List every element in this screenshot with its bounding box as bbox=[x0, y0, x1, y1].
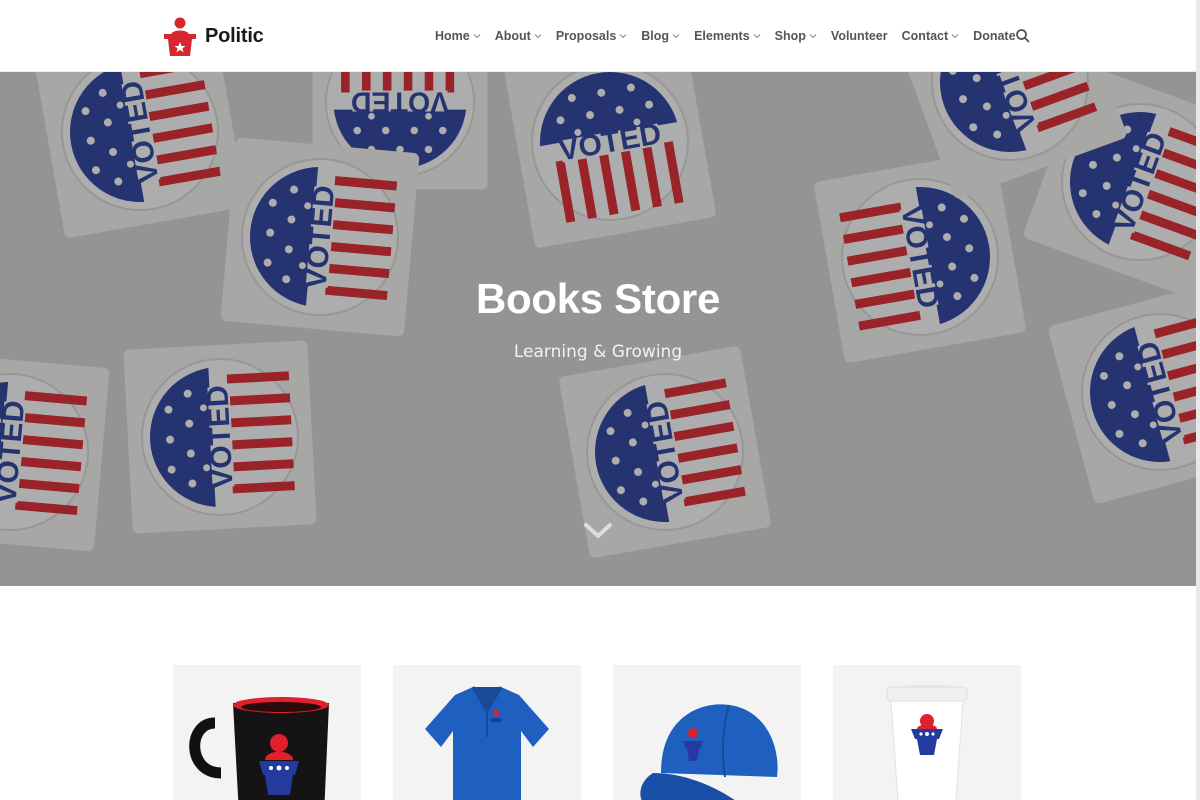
page-scrollbar[interactable] bbox=[1196, 0, 1200, 800]
nav-volunteer-label: Volunteer bbox=[830, 29, 888, 43]
nav-shop-label: Shop bbox=[774, 29, 806, 43]
site-logo[interactable]: Politic bbox=[163, 16, 264, 56]
nav-shop[interactable]: Shop bbox=[768, 29, 824, 43]
paper-cup-product-image bbox=[886, 685, 968, 800]
product-card-mug[interactable] bbox=[173, 665, 361, 800]
product-card-cap[interactable] bbox=[613, 665, 801, 800]
nav-elements-label: Elements bbox=[694, 29, 750, 43]
nav-contact-label: Contact bbox=[901, 29, 949, 43]
chevron-down-icon bbox=[473, 34, 481, 39]
nav-blog[interactable]: Blog bbox=[634, 29, 687, 43]
hero-section: VOTED Books Store Learning & Growing bbox=[0, 72, 1196, 586]
chevron-down-icon bbox=[672, 34, 680, 39]
chevron-down-icon bbox=[534, 34, 542, 39]
chevron-down-icon bbox=[753, 34, 761, 39]
main-nav: Home About Proposals Blog Elements Shop … bbox=[428, 0, 1023, 72]
site-header: Politic Home About Proposals Blog Elemen… bbox=[0, 0, 1196, 72]
hero-overlay bbox=[0, 72, 1196, 586]
nav-home-label: Home bbox=[435, 29, 470, 43]
brand-name: Politic bbox=[205, 24, 264, 47]
products-grid bbox=[173, 665, 1021, 800]
nav-blog-label: Blog bbox=[641, 29, 670, 43]
chevron-down-icon bbox=[809, 34, 817, 39]
nav-about-label: About bbox=[494, 29, 531, 43]
cap-product-image bbox=[640, 704, 778, 800]
search-icon[interactable] bbox=[1014, 27, 1032, 45]
chevron-down-icon bbox=[951, 34, 959, 39]
nav-donate-label: Donate bbox=[973, 29, 1016, 43]
hero-subtitle: Learning & Growing bbox=[513, 342, 683, 362]
nav-contact[interactable]: Contact bbox=[895, 29, 967, 43]
nav-about[interactable]: About bbox=[488, 29, 549, 43]
nav-proposals-label: Proposals bbox=[555, 29, 617, 43]
chevron-down-icon bbox=[619, 34, 627, 39]
podium-logo-icon bbox=[163, 16, 197, 56]
chevron-down-icon[interactable] bbox=[583, 520, 613, 542]
polo-shirt-product-image bbox=[425, 686, 549, 800]
mug-product-image bbox=[189, 697, 329, 800]
product-card-polo-shirt[interactable] bbox=[393, 665, 581, 800]
nav-volunteer[interactable]: Volunteer bbox=[824, 29, 895, 43]
nav-proposals[interactable]: Proposals bbox=[549, 29, 634, 43]
product-card-paper-cup[interactable] bbox=[833, 665, 1021, 800]
nav-elements[interactable]: Elements bbox=[687, 29, 768, 43]
hero-title: Books Store bbox=[475, 275, 721, 322]
nav-home[interactable]: Home bbox=[428, 29, 488, 43]
